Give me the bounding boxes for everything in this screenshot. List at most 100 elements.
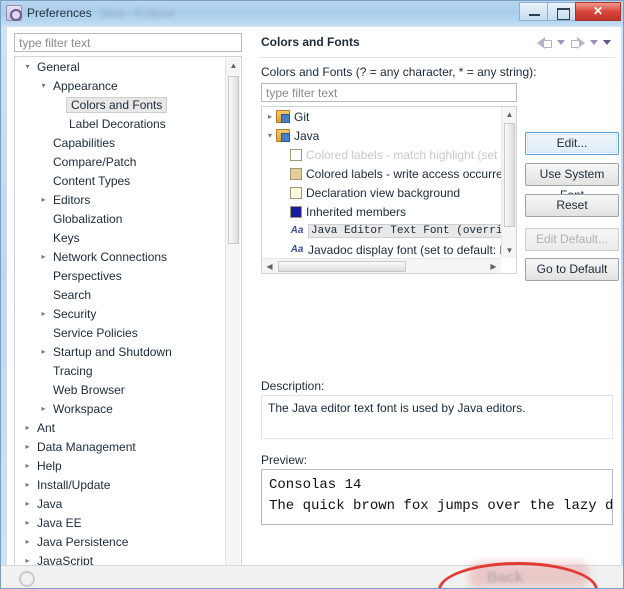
tree-collapsed-icon[interactable]: ▸ — [21, 480, 34, 489]
description-box: The Java editor text font is used by Jav… — [261, 395, 613, 439]
list-item[interactable]: Colored labels - write access occurren — [262, 164, 516, 183]
sidebar-item-startup-and-shutdown[interactable]: ▸ Startup and Shutdown — [15, 342, 241, 361]
preview-line-1: Consolas 14 — [269, 477, 362, 493]
tree-expanded-icon[interactable]: ▾ — [21, 62, 34, 71]
folder-icon — [276, 110, 290, 123]
reset-button-label: Reset — [556, 198, 588, 212]
tree-collapsed-icon[interactable]: ▸ — [21, 461, 34, 470]
left-filter-input[interactable]: type filter text — [14, 33, 242, 52]
sidebar-item-globalization[interactable]: Globalization — [15, 209, 241, 228]
list-hscrollbar-thumb[interactable] — [278, 261, 406, 272]
page-title: Colors and Fonts — [261, 35, 360, 49]
list-item-label: Colored labels - match highlight (set t — [306, 147, 505, 162]
font-icon: Aa — [290, 225, 304, 236]
list-vertical-scrollbar[interactable]: ▲ ▼ — [501, 107, 516, 258]
back-arrow-icon[interactable] — [537, 36, 552, 49]
window-title: Preferences — [27, 6, 92, 20]
tree-collapsed-icon[interactable]: ▸ — [37, 347, 50, 356]
forward-dropdown-icon[interactable] — [590, 40, 598, 45]
go-to-default-label: Go to Default — [536, 262, 608, 276]
sidebar-item-workspace[interactable]: ▸ Workspace — [15, 399, 241, 418]
colors-and-fonts-list[interactable]: ▸ Git ▾ Java Colored labels - match highligh… — [261, 106, 517, 274]
sidebar-item-search[interactable]: Search — [15, 285, 241, 304]
sidebar-item-label-decorations[interactable]: Label Decorations — [15, 114, 241, 133]
tree-expanded-icon[interactable]: ▾ — [264, 131, 276, 140]
maximize-button[interactable] — [547, 2, 576, 21]
minimize-button[interactable] — [519, 2, 548, 21]
edit-button[interactable]: Edit... — [525, 132, 619, 155]
list-scroll-right-icon[interactable]: ▶ — [486, 259, 501, 273]
tree-collapsed-icon[interactable]: ▸ — [37, 404, 50, 413]
tree-collapsed-icon[interactable]: ▸ — [37, 252, 50, 261]
list-scroll-left-icon[interactable]: ◀ — [262, 259, 277, 273]
scroll-up-icon[interactable]: ▲ — [226, 58, 241, 74]
colors-and-fonts-caption: Colors and Fonts (? = any character, * =… — [261, 65, 537, 79]
tree-collapsed-icon[interactable]: ▸ — [37, 309, 50, 318]
sidebar-item-compare-patch[interactable]: Compare/Patch — [15, 152, 241, 171]
sidebar-item-general[interactable]: ▾ General — [15, 57, 241, 76]
sidebar-item-java[interactable]: ▸ Java — [15, 494, 241, 513]
go-to-default-button[interactable]: Go to Default — [525, 258, 619, 281]
window-controls: ✕ — [519, 2, 621, 21]
sidebar-item-perspectives[interactable]: Perspectives — [15, 266, 241, 285]
list-scroll-up-icon[interactable]: ▲ — [502, 107, 516, 122]
scrollbar-thumb[interactable] — [228, 76, 239, 244]
sidebar-item-colors-and-fonts[interactable]: Colors and Fonts — [15, 95, 241, 114]
list-item[interactable]: ▸ Git — [262, 107, 516, 126]
background-window-title: Java - Eclipse — [99, 6, 175, 20]
colors-filter-input[interactable]: type filter text — [261, 83, 517, 102]
forward-arrow-icon[interactable] — [570, 36, 585, 49]
sidebar-item-keys[interactable]: Keys — [15, 228, 241, 247]
list-scrollbar-thumb[interactable] — [504, 123, 515, 227]
sidebar-item-help[interactable]: ▸ Help — [15, 456, 241, 475]
sidebar-item-network-connections[interactable]: ▸ Network Connections — [15, 247, 241, 266]
tree-collapsed-icon[interactable]: ▸ — [37, 195, 50, 204]
sidebar-item-java-ee[interactable]: ▸ Java EE — [15, 513, 241, 532]
pane-menu-icon[interactable] — [603, 40, 611, 45]
preferences-window: Preferences Java - Eclipse ✕ type filter… — [0, 0, 624, 589]
tree-expanded-icon[interactable]: ▾ — [37, 81, 50, 90]
preferences-tree[interactable]: ▾ General ▾ Appearance Colors and Fonts Label… — [14, 56, 242, 588]
tree-collapsed-icon[interactable]: ▸ — [21, 423, 34, 432]
list-item[interactable]: Inherited members — [262, 202, 516, 221]
list-horizontal-scrollbar[interactable]: ◀ ▶ — [262, 258, 501, 273]
sidebar-item-label: Tracing — [53, 363, 93, 378]
sidebar-item-web-browser[interactable]: Web Browser — [15, 380, 241, 399]
sidebar-item-editors[interactable]: ▸ Editors — [15, 190, 241, 209]
use-system-font-button[interactable]: Use System Font — [525, 163, 619, 202]
sidebar-item-security[interactable]: ▸ Security — [15, 304, 241, 323]
list-item[interactable]: ▾ Java — [262, 126, 516, 145]
sidebar-item-label: Workspace — [53, 401, 113, 416]
sidebar-item-service-policies[interactable]: Service Policies — [15, 323, 241, 342]
sidebar-item-content-types[interactable]: Content Types — [15, 171, 241, 190]
edit-default-button: Edit Default... — [525, 228, 619, 251]
tree-collapsed-icon[interactable]: ▸ — [21, 556, 34, 565]
left-tree-scrollbar[interactable]: ▲ ▼ — [225, 58, 241, 588]
tree-collapsed-icon[interactable]: ▸ — [264, 112, 276, 121]
list-item[interactable]: Aa Javadoc display font (set to default: … — [262, 240, 516, 259]
sidebar-item-capabilities[interactable]: Capabilities — [15, 133, 241, 152]
sidebar-item-data-management[interactable]: ▸ Data Management — [15, 437, 241, 456]
sidebar-item-appearance[interactable]: ▾ Appearance — [15, 76, 241, 95]
list-item-label: Declaration view background — [306, 185, 461, 200]
sidebar-item-ant[interactable]: ▸ Ant — [15, 418, 241, 437]
sidebar-item-java-persistence[interactable]: ▸ Java Persistence — [15, 532, 241, 551]
tree-collapsed-icon[interactable]: ▸ — [21, 499, 34, 508]
reset-button[interactable]: Reset — [525, 194, 619, 217]
sidebar-item-label: Service Policies — [53, 325, 138, 340]
list-item[interactable]: Aa Java Editor Text Font (overrides — [262, 221, 516, 240]
sidebar-item-tracing[interactable]: Tracing — [15, 361, 241, 380]
list-item[interactable]: Colored labels - match highlight (set t — [262, 145, 516, 164]
sidebar-item-label: Colors and Fonts — [66, 96, 168, 113]
sidebar-item-label: Perspectives — [53, 268, 122, 283]
tree-collapsed-icon[interactable]: ▸ — [21, 518, 34, 527]
tree-collapsed-icon[interactable]: ▸ — [21, 442, 34, 451]
tree-collapsed-icon[interactable]: ▸ — [21, 537, 34, 546]
sidebar-item-install-update[interactable]: ▸ Install/Update — [15, 475, 241, 494]
corner-circle-icon — [19, 571, 35, 587]
close-button[interactable]: ✕ — [575, 2, 621, 21]
back-dropdown-icon[interactable] — [557, 40, 565, 45]
sidebar-item-label: Data Management — [37, 439, 136, 454]
list-scroll-down-icon[interactable]: ▼ — [502, 243, 516, 258]
list-item[interactable]: Declaration view background — [262, 183, 516, 202]
